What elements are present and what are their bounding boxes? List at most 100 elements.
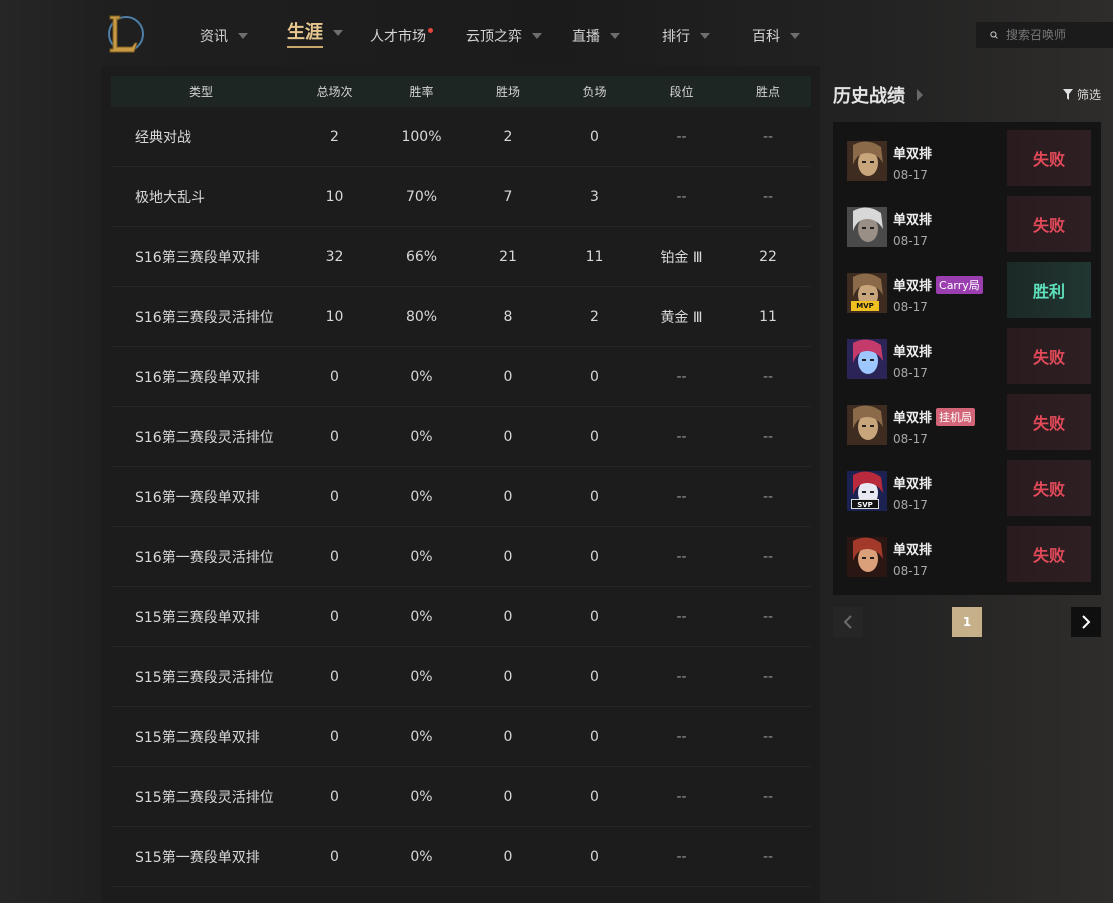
table-cell: 22 [725, 226, 811, 287]
table-cell: S16第一赛段单双排 [111, 466, 291, 527]
prev-page-button[interactable] [833, 607, 863, 637]
chevron-left-icon [843, 615, 852, 629]
table-cell: 0 [465, 646, 551, 707]
chevron-right-icon[interactable] [917, 89, 923, 101]
champion-avatar-icon [847, 141, 887, 181]
chevron-down-icon [790, 33, 800, 39]
table-row: 极地大乱斗 10 70% 7 3 -- -- [111, 166, 811, 227]
table-cell: -- [725, 166, 811, 227]
table-cell: 0 [551, 706, 638, 767]
nav-item[interactable]: 百科 [752, 24, 800, 48]
column-header: 总场次 [316, 85, 353, 99]
match-date: 08-17 [893, 366, 928, 380]
performance-badge: SVP [851, 499, 879, 509]
table-cell: 0 [291, 766, 378, 827]
match-date: 08-17 [893, 498, 928, 512]
search-input[interactable] [1004, 27, 1113, 43]
table-cell: 0 [551, 826, 638, 887]
chevron-down-icon [610, 33, 620, 39]
match-item[interactable]: 单双排 08-17 失败 [839, 130, 1091, 192]
match-item[interactable]: SVP 单双排 08-17 失败 [839, 460, 1091, 522]
match-result: 失败 [1007, 460, 1091, 516]
queue-mode: 单双排 [893, 473, 932, 492]
table-cell: -- [725, 706, 811, 767]
table-row: S16第三赛段单双排 32 66% 21 11 铂金 Ⅲ 22 [111, 226, 811, 287]
table-cell: -- [638, 706, 725, 767]
table-cell: 0 [291, 586, 378, 647]
table-cell: -- [638, 766, 725, 827]
table-cell: 11 [551, 226, 638, 287]
table-row: S15第一赛段单双排 0 0% 0 0 -- -- [111, 826, 811, 887]
table-cell: 8 [465, 286, 551, 347]
table-cell: S15第二赛段单双排 [111, 706, 291, 767]
match-date: 08-17 [893, 300, 928, 314]
chevron-right-icon [1082, 615, 1091, 629]
table-cell: -- [638, 466, 725, 527]
table-cell: -- [725, 766, 811, 827]
page-number-button[interactable]: 1 [952, 607, 982, 637]
table-cell: 11 [725, 286, 811, 347]
match-date: 08-17 [893, 564, 928, 578]
table-cell: -- [725, 646, 811, 707]
nav-item[interactable]: 云顶之弈 [466, 24, 542, 48]
queue-mode: 单双排 [893, 209, 932, 228]
table-cell: -- [725, 586, 811, 647]
table-cell: S16第一赛段灵活排位 [111, 526, 291, 587]
table-cell: -- [725, 107, 811, 167]
nav-item[interactable]: 人才市场 [370, 24, 433, 48]
table-row: S16第一赛段灵活排位 0 0% 0 0 -- -- [111, 526, 811, 587]
filter-button[interactable]: 筛选 [1062, 86, 1101, 103]
filter-icon [1062, 89, 1073, 100]
table-cell: -- [638, 107, 725, 167]
match-item[interactable]: 单双排 08-17 失败 [839, 328, 1091, 390]
table-row: S16第二赛段灵活排位 0 0% 0 0 -- -- [111, 406, 811, 467]
table-cell: 0 [465, 346, 551, 407]
match-item[interactable]: MVP 单双排 Carry局 08-17 胜利 [839, 262, 1091, 324]
next-page-button[interactable] [1071, 607, 1101, 637]
column-header: 胜场 [495, 85, 520, 99]
queue-mode-label: 单双排 [893, 213, 933, 228]
performance-badge: MVP [851, 301, 879, 311]
table-cell: S16第二赛段单双排 [111, 346, 291, 407]
nav-item-label: 排行 [662, 29, 690, 45]
lol-logo-icon[interactable] [104, 12, 144, 56]
table-cell: 0 [551, 346, 638, 407]
table-cell: -- [638, 406, 725, 467]
table-cell: 10 [291, 286, 378, 347]
history-title[interactable]: 历史战绩 [833, 82, 905, 108]
nav-item[interactable]: 生涯 [287, 21, 343, 48]
match-item[interactable]: 单双排 08-17 失败 [839, 196, 1091, 258]
filter-label: 筛选 [1076, 88, 1101, 102]
match-item[interactable]: 单双排 挂机局 08-17 失败 [839, 394, 1091, 456]
table-cell: S16第三赛段单双排 [111, 226, 291, 287]
queue-mode-label: 单双排 [893, 543, 933, 558]
table-cell: 2 [551, 286, 638, 347]
queue-mode: 单双排 挂机局 [893, 407, 976, 426]
search-box[interactable] [976, 22, 1113, 48]
nav-item[interactable]: 资讯 [200, 24, 248, 48]
table-cell: 7 [465, 166, 551, 227]
table-cell: 2 [291, 107, 378, 167]
table-cell: 0% [378, 406, 465, 467]
table-cell: 0 [291, 466, 378, 527]
match-date: 08-17 [893, 168, 928, 182]
nav-item[interactable]: 直播 [572, 24, 620, 48]
table-cell: 0 [551, 646, 638, 707]
search-icon [990, 31, 998, 39]
table-cell: 0% [378, 346, 465, 407]
table-row: S15第二赛段单双排 0 0% 0 0 -- -- [111, 706, 811, 767]
table-cell: 0 [291, 826, 378, 887]
table-row: S16第三赛段灵活排位 10 80% 8 2 黄金 Ⅲ 11 [111, 286, 811, 347]
table-cell: S15第三赛段灵活排位 [111, 646, 291, 707]
pagination: 1 [833, 607, 1101, 637]
match-item[interactable]: 单双排 08-17 失败 [839, 526, 1091, 588]
nav-item[interactable]: 排行 [662, 24, 710, 48]
nav-item-label: 人才市场 [370, 29, 426, 45]
champion-avatar-icon [847, 405, 887, 445]
queue-mode: 单双排 Carry局 [893, 275, 983, 294]
table-cell: 0% [378, 766, 465, 827]
table-cell: -- [725, 346, 811, 407]
champion-avatar-icon [847, 537, 887, 577]
table-cell: 0 [291, 346, 378, 407]
table-cell: 0 [551, 586, 638, 647]
